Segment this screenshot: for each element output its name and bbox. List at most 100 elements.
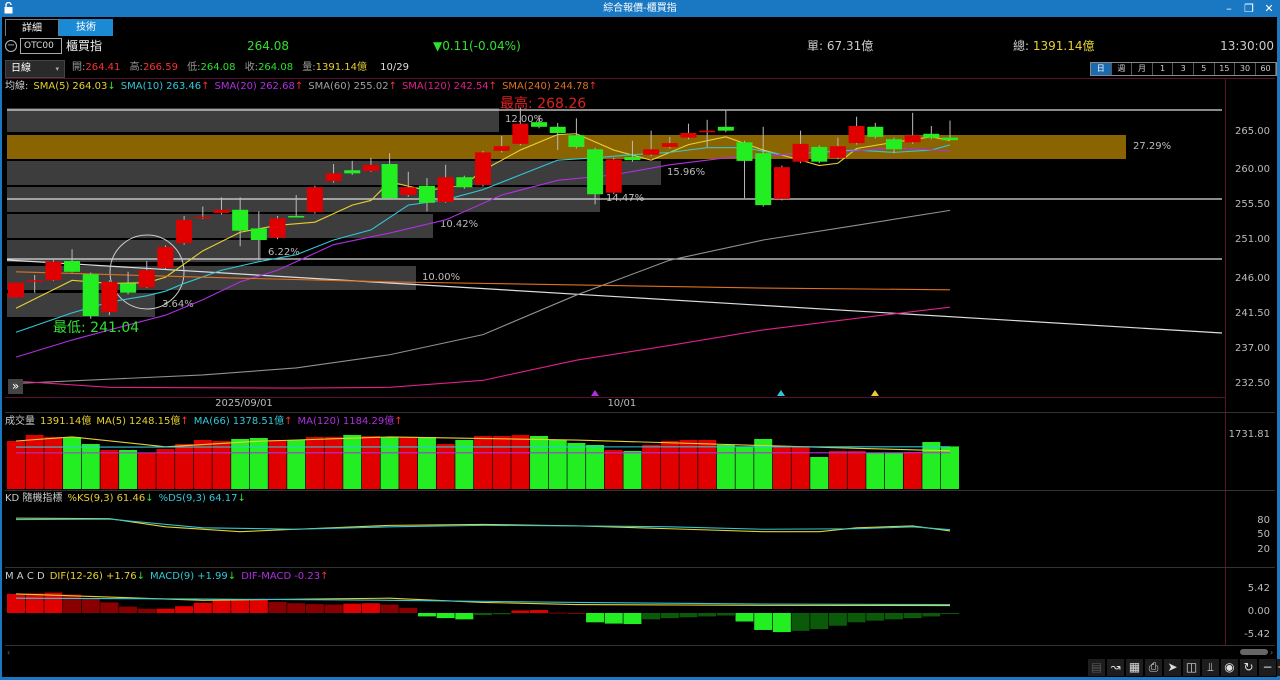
axis-tick-label: 265.00	[1235, 126, 1270, 137]
volume-bar	[884, 452, 903, 489]
refresh-icon[interactable]: ↻	[1240, 659, 1257, 676]
arrow-up-icon: ↑	[201, 81, 210, 92]
volume-bar	[361, 435, 380, 489]
price-chart[interactable]	[0, 94, 1225, 397]
candle-body	[64, 260, 81, 272]
sma-line	[15, 271, 951, 291]
volume-bar	[249, 437, 268, 489]
macd-histogram-bar	[455, 613, 474, 620]
symbol-input[interactable]: OTC00	[20, 38, 62, 54]
sma-legend: 均線: SMA(5) 264.03↓ SMA(10) 263.46↑ SMA(20) 262…	[5, 80, 602, 93]
volume-bar	[604, 449, 623, 489]
signal-marker-icon	[777, 390, 785, 396]
horizontal-scrollbar-thumb[interactable]	[1240, 649, 1268, 655]
candle-body	[680, 133, 697, 138]
macd-histogram-bar	[735, 613, 754, 622]
document-icon[interactable]: ▤	[1088, 659, 1105, 676]
candle-body	[717, 126, 734, 131]
macd-histogram-bar	[343, 603, 362, 613]
period-button-15[interactable]: 15	[1215, 63, 1236, 75]
macd-histogram-bar	[586, 613, 605, 623]
expand-icon[interactable]: »	[8, 379, 23, 394]
period-button-3[interactable]: 3	[1173, 63, 1194, 75]
restore-button[interactable]: ❐	[1240, 0, 1258, 17]
candle-body	[885, 139, 902, 150]
volume-bar	[44, 436, 63, 489]
macd-histogram-bar	[772, 613, 791, 633]
volume-bar	[63, 436, 82, 489]
high-label: 高:	[129, 62, 143, 73]
candle-body	[923, 133, 940, 138]
cursor-icon[interactable]: ➤	[1164, 659, 1181, 676]
zoom-out-icon[interactable]: −	[1259, 659, 1276, 676]
candle-body	[101, 281, 118, 313]
period-button-30[interactable]: 30	[1235, 63, 1256, 75]
candle-body	[26, 280, 43, 282]
legend-label: SMA(240)	[502, 81, 551, 92]
divider	[5, 78, 1275, 79]
window-title: 綜合報價-櫃買指	[603, 3, 677, 14]
lock-icon[interactable]	[4, 1, 13, 14]
candle-body	[904, 135, 921, 143]
period-select[interactable]: 日線 ▾	[5, 60, 65, 78]
macd-histogram-bar	[530, 610, 549, 613]
volume-bar	[25, 434, 44, 489]
lowest-price-label: 最低: 241.04	[53, 320, 140, 336]
draw-line-icon[interactable]: ↝	[1107, 659, 1124, 676]
axis-tick-label: 241.50	[1235, 308, 1270, 319]
axis-tick-label: 232.50	[1235, 378, 1270, 389]
candle-body	[194, 216, 211, 219]
macd-histogram-bar	[287, 603, 306, 613]
legend-value: 242.54	[453, 81, 489, 92]
macd-histogram-bar	[268, 601, 287, 613]
candle-body	[456, 177, 473, 188]
close-button[interactable]: ✕	[1260, 0, 1278, 17]
macd-histogram-bar	[866, 613, 885, 621]
candle-body	[773, 167, 790, 199]
volume-chart[interactable]	[0, 413, 1225, 490]
scroll-left-arrow[interactable]: ‹	[7, 648, 10, 657]
minimize-button[interactable]: –	[1220, 0, 1238, 17]
macd-line	[15, 597, 951, 606]
period-button-週[interactable]: 週	[1112, 63, 1133, 75]
macd-histogram-bar	[884, 613, 903, 620]
tab-technical[interactable]: 技術	[59, 19, 113, 36]
period-button-日[interactable]: 日	[1091, 63, 1112, 75]
candle-body	[587, 149, 604, 195]
legend-label: SMA(20)	[214, 81, 257, 92]
volume-bar	[417, 436, 436, 489]
period-button-月[interactable]: 月	[1132, 63, 1153, 75]
candle-body	[120, 283, 137, 293]
macd-chart[interactable]	[0, 568, 1225, 645]
volume-bar	[511, 434, 530, 489]
eye-icon[interactable]: ◉	[1221, 659, 1238, 676]
macd-histogram-bar	[642, 613, 661, 620]
collapse-icon[interactable]: −	[5, 40, 17, 52]
table-search-icon[interactable]: ▦	[1126, 659, 1143, 676]
period-button-60[interactable]: 60	[1256, 63, 1277, 75]
macd-histogram-bar	[941, 613, 959, 614]
sma-line	[15, 306, 951, 389]
scroll-right-arrow[interactable]: ›	[1270, 648, 1273, 657]
indicator-icon[interactable]: ⫫	[1202, 659, 1219, 676]
volume-bar	[623, 450, 642, 489]
macd-histogram-bar	[922, 613, 941, 617]
total-volume-label: 總:	[1013, 39, 1030, 53]
volume-label: 量:	[302, 62, 316, 73]
period-button-5[interactable]: 5	[1194, 63, 1215, 75]
candle-body	[437, 177, 454, 203]
layout-icon[interactable]: ◫	[1183, 659, 1200, 676]
volume-bar	[7, 440, 25, 489]
kd-chart[interactable]	[0, 491, 1225, 567]
price-change: ▼0.11(-0.04%)	[433, 39, 521, 53]
macd-histogram-bar	[119, 606, 138, 613]
macd-histogram-bar	[511, 610, 530, 613]
macd-histogram-bar	[193, 602, 212, 613]
date-tick-label: 2025/09/01	[215, 398, 273, 409]
tab-detail[interactable]: 詳細	[5, 19, 59, 36]
candle-body	[829, 146, 846, 158]
volume-bar	[903, 451, 922, 489]
divider	[5, 645, 1275, 646]
print-icon[interactable]: ⎙	[1145, 659, 1162, 676]
period-button-1[interactable]: 1	[1153, 63, 1174, 75]
